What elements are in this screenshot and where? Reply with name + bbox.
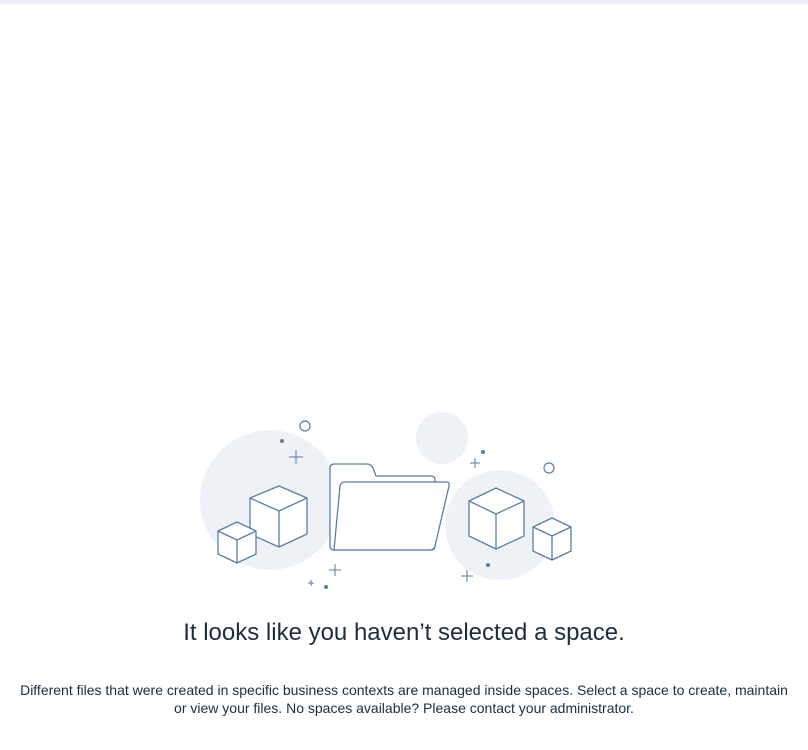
page: It looks like you haven’t selected a spa… <box>0 0 808 750</box>
empty-state-illustration <box>195 400 585 600</box>
top-toolbar-strip <box>0 0 808 4</box>
empty-state-description: Different files that were created in spe… <box>20 682 788 716</box>
empty-state-title: It looks like you haven’t selected a spa… <box>183 619 625 646</box>
folder-with-boxes-icon <box>200 412 572 589</box>
